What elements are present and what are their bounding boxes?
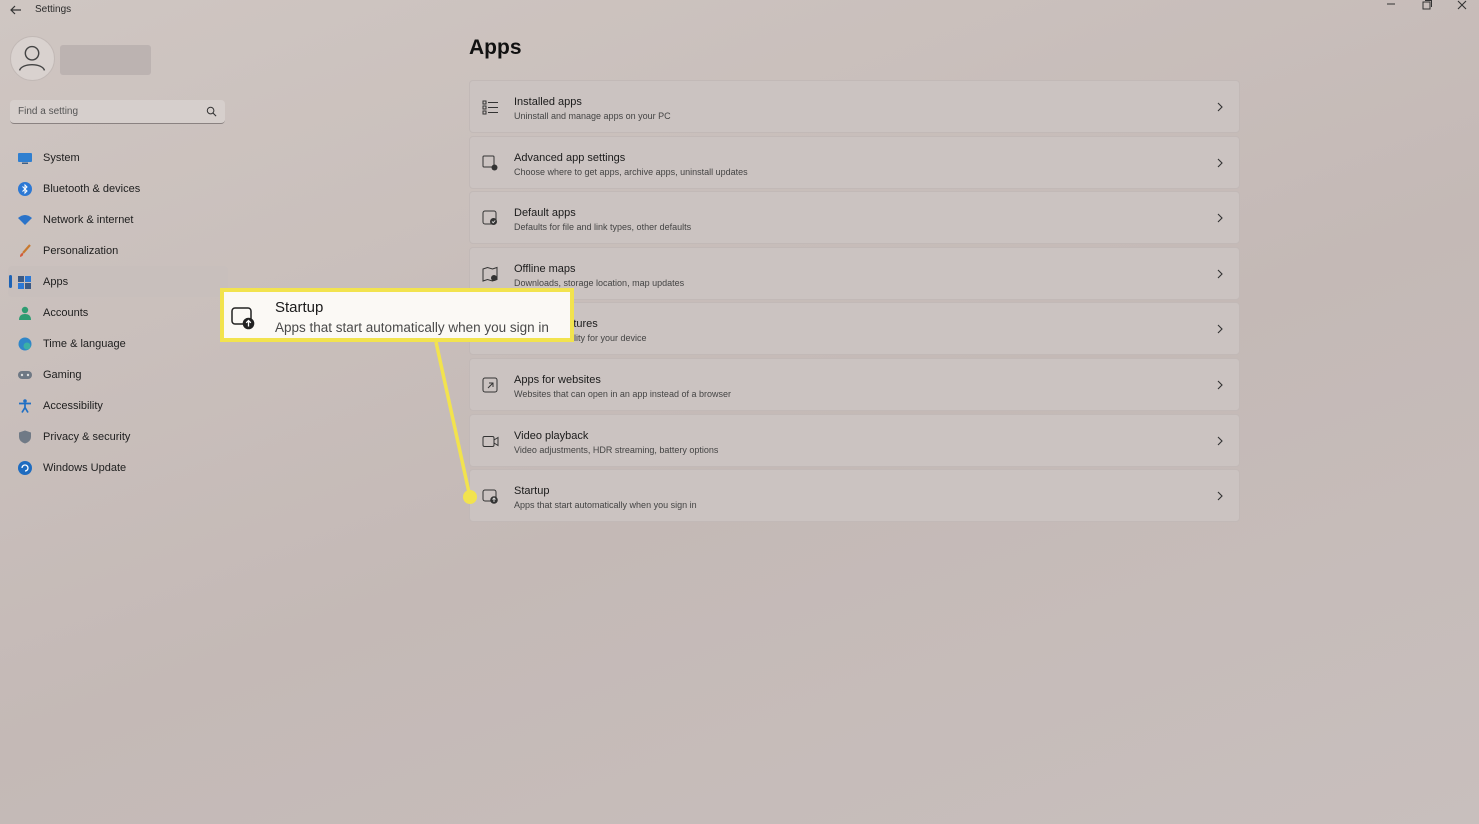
optional-features-row[interactable]: Optional features Extra functionality fo… [469, 302, 1240, 356]
video-playback-row[interactable]: Video playback Video adjustments, HDR st… [469, 413, 1240, 467]
row-subtitle: Uninstall and manage apps on your PC [514, 111, 671, 121]
row-subtitle: Apps that start automatically when you s… [514, 500, 697, 511]
sidebar-item-bluetooth[interactable]: Bluetooth & devices [8, 173, 228, 204]
update-icon [18, 460, 32, 475]
row-title: Installed apps [514, 96, 582, 108]
search-box[interactable] [10, 100, 225, 124]
row-title: Default apps [514, 207, 576, 220]
page-title: Apps [469, 36, 522, 59]
sidebar-item-gaming[interactable]: Gaming [8, 359, 228, 390]
row-subtitle: Downloads, storage location, map updates [514, 277, 685, 288]
search-input[interactable] [10, 100, 200, 122]
sidebar-item-label: Privacy & security [43, 430, 131, 443]
search-icon[interactable] [206, 106, 217, 117]
list-icon [482, 100, 498, 115]
row-title: Startup [514, 485, 550, 498]
apps-for-websites-row[interactable]: Apps for websites Websites that can open… [469, 357, 1240, 411]
settings-list: Installed apps Uninstall and manage apps… [469, 80, 1240, 525]
close-icon[interactable] [1447, 0, 1477, 14]
chevron-right-icon [1217, 158, 1223, 167]
chevron-right-icon [1217, 436, 1223, 445]
startup-icon [482, 489, 498, 504]
row-subtitle: Video adjustments, HDR streaming, batter… [514, 444, 719, 455]
map-icon [482, 266, 498, 282]
wifi-icon [18, 214, 32, 225]
person-icon [19, 306, 31, 320]
sidebar-item-accounts[interactable]: Accounts [8, 297, 228, 328]
default-apps-icon [482, 210, 497, 226]
sidebar-item-system[interactable]: System [8, 142, 228, 173]
sidebar-item-windows-update[interactable]: Windows Update [8, 452, 228, 483]
chevron-right-icon [1217, 491, 1223, 501]
sidebar-item-personalization[interactable]: Personalization [8, 235, 228, 266]
chevron-right-icon [1217, 380, 1223, 390]
row-title: Apps for websites [514, 373, 601, 386]
sidebar-item-label: System [43, 151, 80, 164]
window-title: Settings [35, 4, 72, 15]
minimize-icon[interactable] [1376, 0, 1406, 14]
chevron-right-icon [1217, 102, 1223, 112]
startup-icon [231, 307, 255, 330]
monitor-icon [18, 152, 32, 164]
installed-apps-row[interactable]: Installed apps Uninstall and manage apps… [469, 80, 1240, 133]
row-subtitle: Choose where to get apps, archive apps, … [514, 166, 748, 177]
globe-clock-icon [18, 337, 32, 350]
sidebar-item-apps[interactable]: Apps [8, 266, 228, 297]
accessibility-icon [19, 398, 31, 413]
row-subtitle: Websites that can open in an app instead… [514, 388, 731, 399]
sidebar-item-label: Network & internet [43, 213, 134, 226]
row-title: Video playback [514, 429, 589, 442]
bluetooth-icon [18, 181, 32, 196]
sidebar-item-label: Windows Update [43, 461, 127, 474]
video-icon [482, 435, 499, 447]
title-bar: Settings [0, 0, 1479, 22]
sidebar-item-label: Accounts [43, 306, 89, 319]
sidebar-item-label: Bluetooth & devices [43, 182, 141, 195]
chevron-right-icon [1217, 324, 1223, 334]
startup-callout: Startup Apps that start automatically wh… [220, 288, 574, 342]
advanced-app-settings-row[interactable]: Advanced app settings Choose where to ge… [469, 135, 1240, 189]
paintbrush-icon [20, 243, 31, 257]
back-arrow-icon[interactable] [8, 2, 24, 18]
sidebar-item-time-language[interactable]: Time & language [8, 328, 228, 359]
offline-maps-row[interactable]: Offline maps Downloads, storage location… [469, 246, 1240, 300]
row-title: Offline maps [514, 262, 576, 275]
sidebar-item-label: Gaming [43, 368, 82, 381]
sidebar-item-label: Time & language [43, 337, 126, 350]
active-indicator [9, 275, 12, 288]
chevron-right-icon [1217, 269, 1223, 279]
apps-icon [18, 275, 31, 289]
default-apps-row[interactable]: Default apps Defaults for file and link … [469, 191, 1240, 245]
redacted-user-name [60, 45, 151, 75]
person-icon [18, 45, 46, 71]
sidebar-item-network[interactable]: Network & internet [8, 204, 228, 235]
sidebar-nav: System Bluetooth & devices Network & int… [8, 142, 228, 483]
sidebar-item-accessibility[interactable]: Accessibility [8, 390, 228, 421]
sidebar-item-label: Accessibility [43, 399, 103, 412]
sidebar-item-label: Apps [43, 275, 69, 288]
sidebar-item-privacy[interactable]: Privacy & security [8, 421, 228, 452]
avatar[interactable] [10, 36, 55, 81]
startup-row[interactable]: Startup Apps that start automatically wh… [469, 469, 1240, 523]
restore-icon[interactable] [1411, 0, 1441, 14]
open-in-app-icon [482, 377, 498, 393]
callout-title: Startup [275, 299, 324, 316]
row-title: Advanced app settings [514, 151, 626, 164]
sidebar-item-label: Personalization [43, 244, 119, 257]
shield-icon [19, 430, 31, 443]
app-settings-icon [482, 155, 498, 171]
callout-subtitle: Apps that start automatically when you s… [275, 320, 549, 335]
chevron-right-icon [1217, 213, 1223, 223]
gamepad-icon [18, 370, 32, 379]
row-subtitle: Defaults for file and link types, other … [514, 222, 692, 233]
